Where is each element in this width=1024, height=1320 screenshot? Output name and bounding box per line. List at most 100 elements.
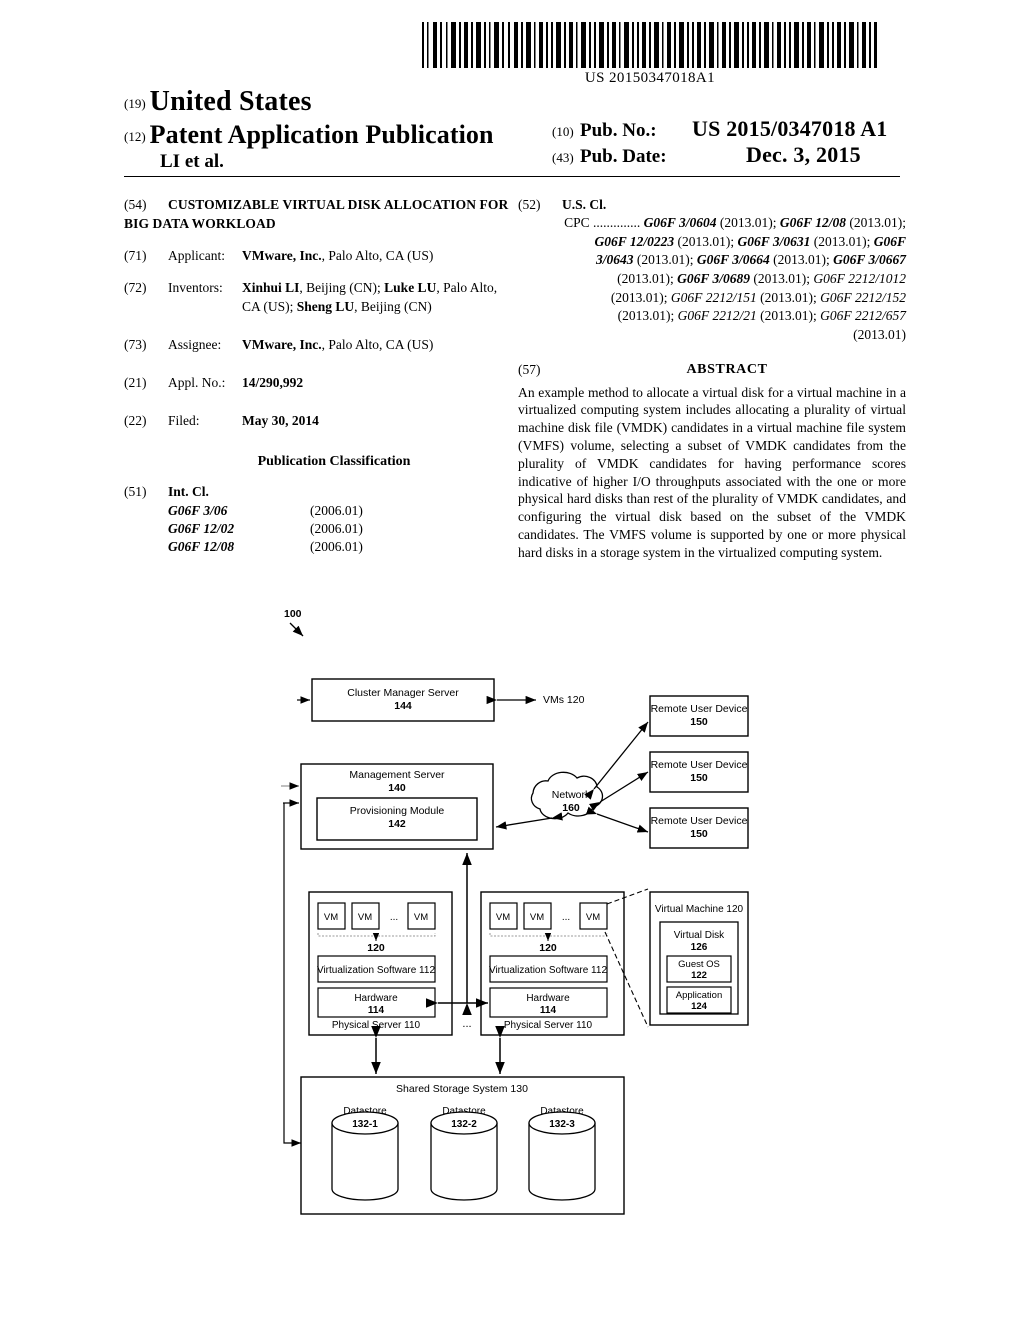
cpc-segment: (2013.01); [610,289,671,305]
inventor-2-name: Luke LU [384,280,437,296]
network-ref: 160 [562,802,580,814]
hardware-ref: 114 [540,1005,557,1016]
guest-os-ref: 122 [691,970,707,981]
pub-date-label: Pub. Date: [580,146,667,167]
cpc-segment: (2013.01); [617,308,678,324]
virtualization-software-label: Virtualization Software 112 [317,965,435,976]
pub-number-value: US 2015/0347018 A1 [692,116,888,141]
cpc-segment: G06F 3/0667 [833,252,906,268]
hardware-label: Hardware [354,993,398,1004]
field-code-51: (51) [124,484,147,500]
int-cl-year: (2006.01) [310,502,363,518]
invention-title: CUSTOMIZABLE VIRTUAL DISK ALLOCATION FOR… [124,197,509,231]
filed-label: Filed: [168,413,200,429]
virtualization-software-label: Virtualization Software 112 [489,965,607,976]
datastore-3: Datastore 132-3 [528,1106,596,1201]
datastore-ref: 132-3 [549,1119,575,1130]
inventor-3-location: , Beijing (CN) [354,298,432,314]
physical-server-label: Physical Server 110 [332,1020,421,1031]
vm-label: VM [496,912,510,923]
application-title: Application [676,990,722,1001]
vm-ellipsis: ... [390,912,398,923]
cpc-segment: (2013.01); [617,271,678,287]
publication-classification-heading: Publication Classification [257,453,411,469]
assignee-value: VMware, Inc., Palo Alto, CA (US) [242,336,500,354]
guest-os-title: Guest OS [678,959,720,970]
int-cl-code: G06F 12/08 [168,539,235,555]
cpc-segment: (2013.01); [674,233,738,249]
management-server-title: Management Server [349,769,445,781]
authors-line: LI et al. [124,151,544,173]
field-code-54: (54) [124,197,147,212]
vm-label: VM [414,912,428,923]
int-cl-year: (2006.01) [310,520,363,536]
cpc-segment: G06F 3/0689 [677,271,750,287]
applicant-body: Applicant: VMware, Inc., Palo Alto, CA (U… [168,248,500,263]
figure-svg: 100 Cluster Manager Server 144 VMs 120 M… [281,608,749,1215]
document-type: Patent Application Publication [149,120,494,149]
header-divider [124,176,900,177]
int-cl-year: (2006.01) [310,539,363,555]
datastore-ref: 132-2 [451,1119,477,1130]
figure-diagram: 100 Cluster Manager Server 144 VMs 120 M… [0,595,1024,1235]
header-left: (19) United States (12) Patent Applicati… [124,86,544,173]
int-cl-label: Int. Cl. [168,484,209,500]
pub-number-row: (10) Pub. No.: US 2015/0347018 A1 [552,116,952,142]
cpc-segment: G06F 12/0223 [594,233,675,249]
field-code-71: (71) [124,248,147,264]
int-cl-code: G06F 3/06 [168,502,228,518]
figure-ref-label: 100 [284,608,302,620]
abstract-heading: ABSTRACT [686,361,768,377]
server-ellipsis: ... [462,1018,471,1030]
hardware-label: Hardware [526,993,570,1004]
biblio-right-column: (52) U.S. Cl. CPC .............. G06F 3/… [518,196,906,562]
field-filed: (22) Filed: May 30, 2014 [124,412,514,430]
inventor-2-loc-part1: , Palo [436,280,468,296]
provisioning-module-ref: 142 [388,818,406,830]
author-names: LI et al. [160,151,224,172]
applno-value: 14/290,992 [242,374,500,392]
field-code-52: (52) [518,197,541,212]
inventor-3-name: Sheng LU [296,298,355,314]
management-server-ref: 140 [388,782,406,794]
network-cloud: Network 160 [530,771,604,820]
datastore-1: Datastore 132-1 [331,1106,399,1201]
applicant-value: VMware, Inc., Palo Alto, CA (US) [242,247,500,265]
field-applicant: (71) Applicant: VMware, Inc., Palo Alto, … [124,247,514,265]
document-header: (19) United States (12) Patent Applicati… [0,86,1024,176]
country-name: United States [149,86,312,117]
cpc-prefix: CPC .............. [564,215,641,231]
inventor-1-name: Xinhui LI [242,280,300,296]
cpc-segment: G06F 3/0604 [643,215,717,231]
us-cl-label: U.S. Cl. [562,197,607,212]
hardware-ref: 114 [368,1005,385,1016]
datastore-ref: 132-1 [352,1119,378,1130]
virtual-machine-title: Virtual Machine 120 [655,904,744,915]
cpc-segment: G06F 3/0664 [696,252,770,268]
cpc-segment: (2013.01); [633,252,697,268]
cpc-codes-block: CPC .............. G06F 3/0604 (2013.01)… [562,214,906,344]
provisioning-module-title: Provisioning Module [350,805,445,817]
cpc-segment: (2013.01); [756,289,821,305]
pub-date-code: (43) [552,150,574,165]
vm-group-ref: 120 [367,942,385,954]
assignee-address: , Palo Alto, CA (US) [321,336,434,352]
field-code-73: (73) [124,336,147,352]
header-right: (10) Pub. No.: US 2015/0347018 A1 (43) P… [552,116,952,168]
assignee-body: Assignee: VMware, Inc., Palo Alto, CA (US… [168,337,500,352]
physical-server-label: Physical Server 110 [504,1020,593,1031]
cpc-segment: (2013.01); [750,271,814,287]
cpc-segment: G06F 2212/152 [820,289,906,305]
field-code-57: (57) [518,361,541,377]
vms-label: VMs 120 [543,694,585,706]
application-ref: 124 [691,1001,708,1012]
abstract-header: (57) ABSTRACT [518,361,906,381]
assignee-name: VMware, Inc. [242,336,322,352]
remote-device-ref: 150 [690,772,708,784]
pub-date-value: Dec. 3, 2015 [746,142,861,167]
biblio-left-column: (54) CUSTOMIZABLE VIRTUAL DISK ALLOCATIO… [124,196,514,570]
pub-number-label: Pub. No.: [580,120,657,141]
network-title: Network [552,789,591,801]
inventors-label: Inventors: [168,280,223,296]
virtual-disk-ref: 126 [691,942,708,953]
